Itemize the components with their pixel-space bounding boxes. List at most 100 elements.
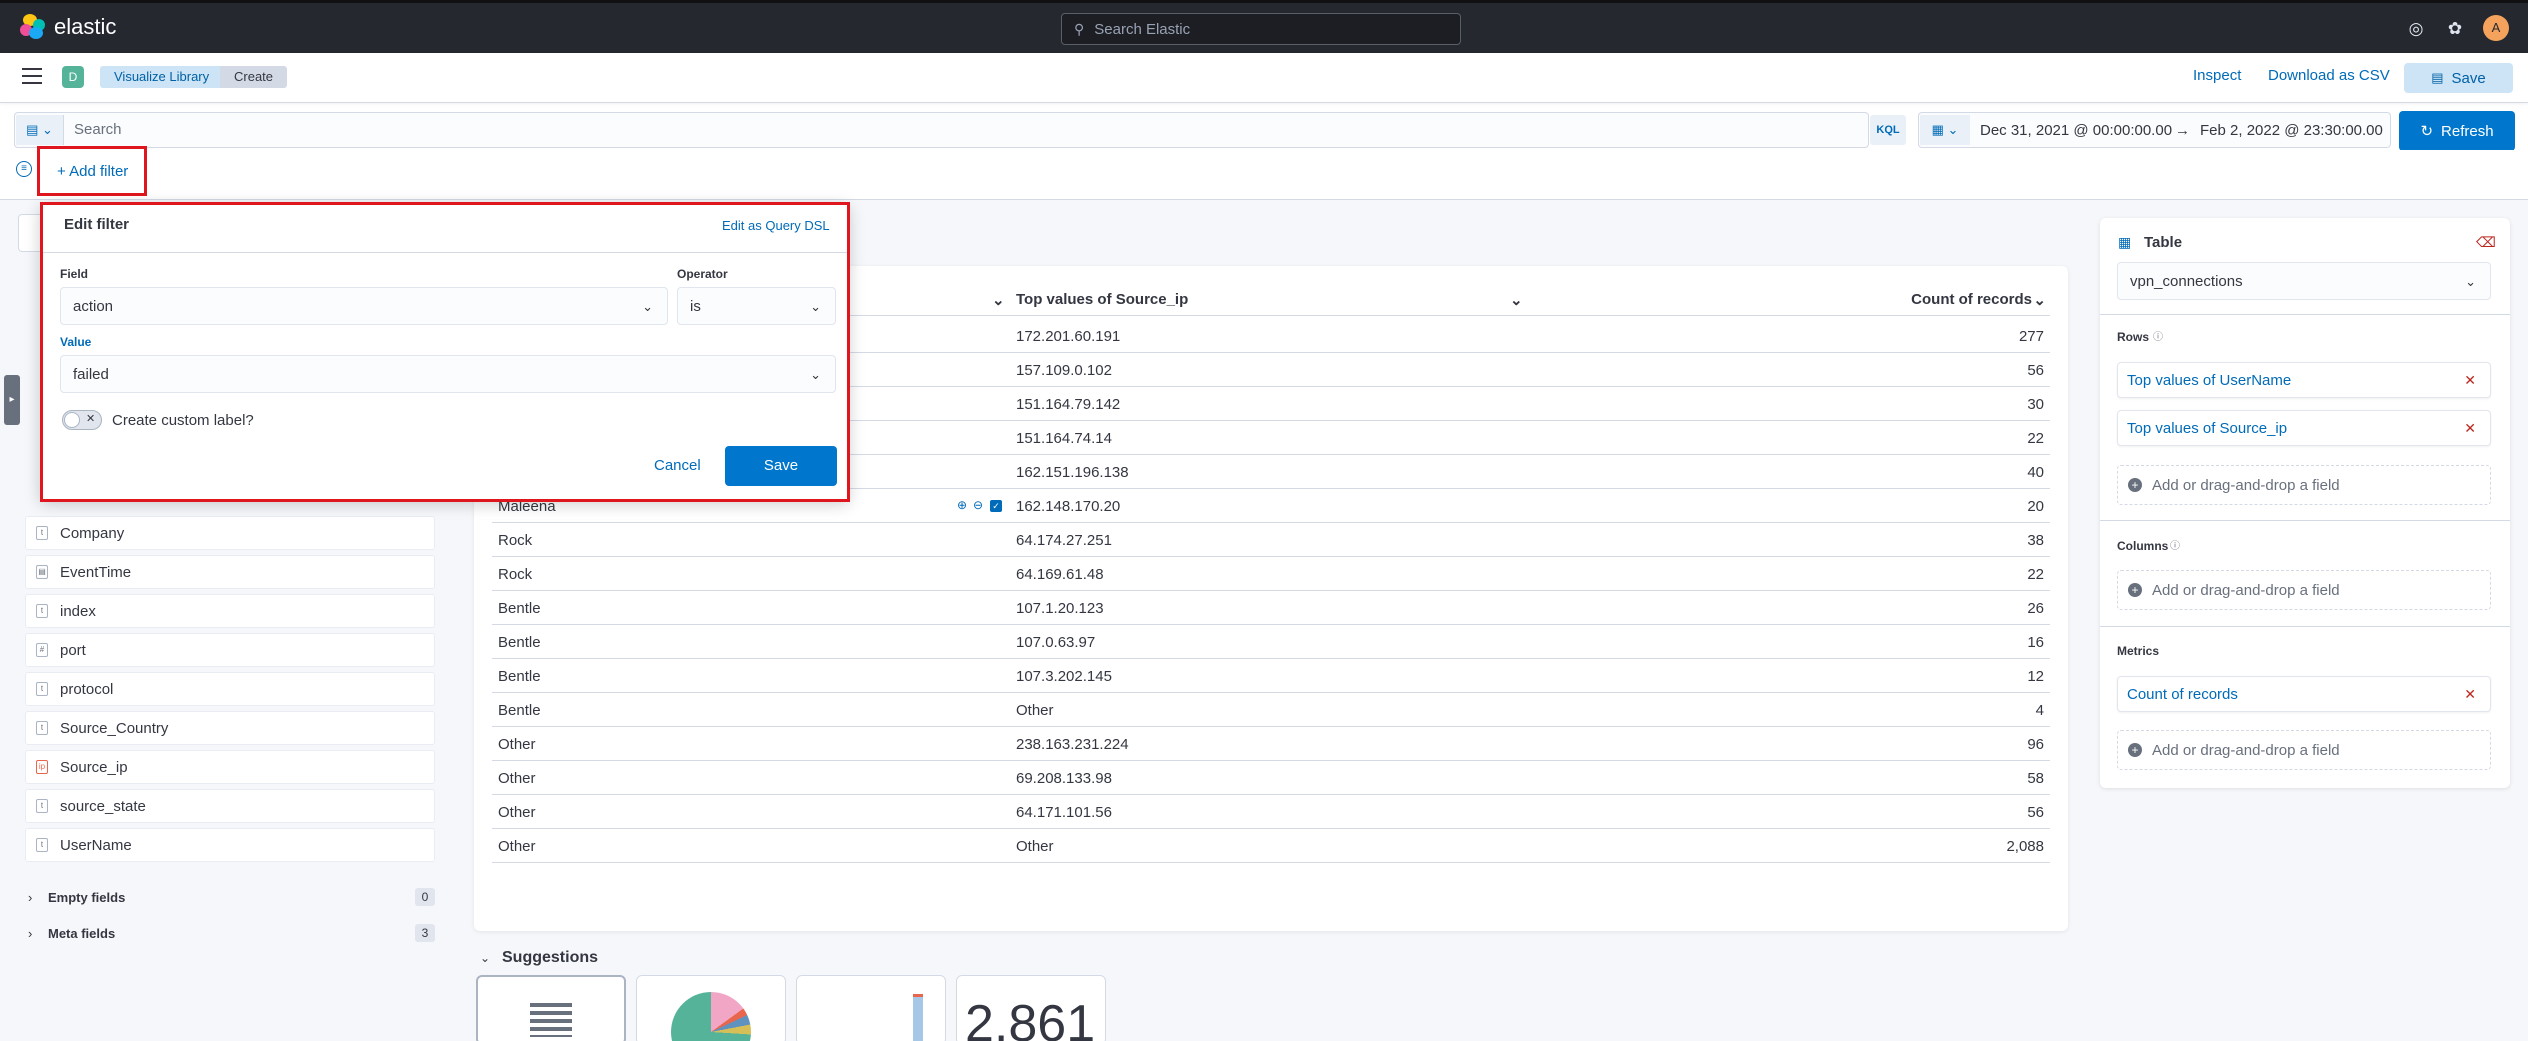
meta-fields-section[interactable]: Meta fields bbox=[48, 926, 115, 941]
edit-as-dsl-link[interactable]: Edit as Query DSL bbox=[722, 218, 830, 233]
filter-out-value-icon[interactable]: ⊖ bbox=[973, 498, 983, 512]
cell: 26 bbox=[2027, 600, 2044, 617]
datasource-select[interactable]: vpn_connections ⌄ bbox=[2117, 262, 2491, 300]
suggestion-bar[interactable] bbox=[796, 975, 946, 1041]
date-end[interactable]: Feb 2, 2022 @ 23:30:00.00 bbox=[2200, 122, 2383, 139]
chevron-down-icon[interactable]: ⌄ bbox=[480, 951, 490, 965]
cell: Rock bbox=[498, 566, 533, 583]
cell: 22 bbox=[2027, 566, 2044, 583]
filter-save-button[interactable]: Save bbox=[725, 446, 837, 486]
chevron-down-icon: ⌄ bbox=[810, 367, 821, 382]
filter-options-icon[interactable]: ≡ bbox=[16, 161, 32, 177]
sidebar-collapse-toggle[interactable]: ▸ bbox=[4, 375, 20, 425]
saved-query-menu-button[interactable]: ▤ ⌄ bbox=[16, 115, 64, 145]
field-item[interactable]: t source_state bbox=[25, 789, 435, 823]
field-item[interactable]: # port bbox=[25, 633, 435, 667]
chevron-down-icon[interactable]: ⌄ bbox=[2033, 291, 2046, 309]
copy-icon[interactable]: ✓ bbox=[990, 500, 1002, 512]
vis-type-title[interactable]: Table bbox=[2144, 234, 2182, 251]
breadcrumb-visualize-library[interactable]: Visualize Library bbox=[100, 66, 224, 88]
number-type-icon: # bbox=[36, 643, 48, 657]
field-item[interactable]: t protocol bbox=[25, 672, 435, 706]
custom-label-switch[interactable]: ✕ bbox=[62, 410, 102, 430]
field-name: source_state bbox=[60, 797, 146, 815]
chevron-down-icon[interactable]: ⌄ bbox=[1510, 291, 1523, 309]
table-row: Other 64.171.101.56 56 bbox=[492, 795, 2050, 829]
empty-fields-count: 0 bbox=[415, 888, 435, 906]
calendar-icon[interactable]: ▦ ⌄ bbox=[1920, 115, 1970, 145]
row-dimension[interactable]: Top values of Source_ip ✕ bbox=[2117, 410, 2491, 446]
empty-fields-section[interactable]: Empty fields bbox=[48, 890, 125, 905]
cell: 40 bbox=[2027, 464, 2044, 481]
rows-label: Rows bbox=[2117, 330, 2150, 344]
cell: Bentle bbox=[498, 668, 541, 685]
user-avatar[interactable]: A bbox=[2483, 15, 2509, 41]
menu-icon[interactable] bbox=[22, 68, 42, 84]
column-header[interactable]: Count of records bbox=[1911, 291, 2032, 308]
query-input[interactable]: Search bbox=[74, 121, 122, 138]
inspect-link[interactable]: Inspect bbox=[2193, 67, 2241, 84]
field-item[interactable]: t Source_Country bbox=[25, 711, 435, 745]
field-item[interactable]: t Company bbox=[25, 516, 435, 550]
cell: 162.148.170.20 bbox=[1016, 498, 1121, 515]
date-arrow-icon: → bbox=[2175, 122, 2190, 139]
value-select[interactable]: failed ⌄ bbox=[60, 355, 836, 393]
divider bbox=[2100, 520, 2510, 521]
columns-drop-zone[interactable]: + Add or drag-and-drop a field bbox=[2117, 570, 2491, 610]
metric-preview: 2,861 bbox=[965, 995, 1096, 1041]
string-type-icon: t bbox=[36, 682, 48, 696]
field-item[interactable]: t index bbox=[25, 594, 435, 628]
value-label: Value bbox=[60, 335, 92, 349]
suggestion-metric[interactable]: 2,861 bbox=[956, 975, 1106, 1041]
help-icon[interactable]: ◎ bbox=[2405, 18, 2427, 40]
field-name: Source_Country bbox=[60, 719, 169, 737]
plus-icon: + bbox=[2128, 743, 2142, 757]
space-avatar[interactable]: D bbox=[62, 66, 84, 88]
suggestion-table[interactable] bbox=[476, 975, 626, 1041]
row-dimension[interactable]: Top values of UserName ✕ bbox=[2117, 362, 2491, 398]
row-dimension-label: Top values of UserName bbox=[2127, 371, 2292, 389]
table-row: Bentle 107.3.202.145 12 bbox=[492, 659, 2050, 693]
date-type-icon: ▤ bbox=[36, 565, 48, 579]
cell: Other bbox=[1016, 702, 1054, 719]
field-label: Field bbox=[60, 267, 89, 281]
refresh-button[interactable]: ↻ Refresh bbox=[2399, 111, 2515, 151]
field-item[interactable]: ▤ EventTime bbox=[25, 555, 435, 589]
elastic-logo[interactable]: elastic bbox=[20, 14, 116, 40]
global-search-input[interactable]: ⚲ Search Elastic bbox=[1061, 13, 1461, 45]
chevron-down-icon[interactable]: ⌄ bbox=[992, 291, 1005, 309]
date-start[interactable]: Dec 31, 2021 @ 00:00:00.00 bbox=[1980, 122, 2172, 139]
field-item[interactable]: t UserName bbox=[25, 828, 435, 862]
rows-drop-zone[interactable]: + Add or drag-and-drop a field bbox=[2117, 465, 2491, 505]
cancel-button[interactable]: Cancel bbox=[654, 457, 701, 474]
save-button[interactable]: ▤ Save bbox=[2404, 63, 2513, 93]
divider bbox=[2100, 626, 2510, 627]
elastic-logo-icon bbox=[20, 14, 46, 40]
suggestion-donut[interactable] bbox=[636, 975, 786, 1041]
remove-icon[interactable]: ✕ bbox=[2464, 686, 2476, 703]
cell: 56 bbox=[2027, 804, 2044, 821]
chevron-right-icon[interactable]: › bbox=[28, 926, 32, 941]
column-header[interactable]: Top values of Source_ip bbox=[1016, 291, 1188, 308]
download-csv-link[interactable]: Download as CSV bbox=[2268, 67, 2390, 84]
clear-layer-icon[interactable]: ⌫ bbox=[2476, 234, 2496, 251]
cell: 16 bbox=[2027, 634, 2044, 651]
operator-select[interactable]: is ⌄ bbox=[677, 287, 836, 325]
query-language-toggle[interactable]: KQL bbox=[1870, 115, 1906, 145]
newsfeed-icon[interactable]: ✿ bbox=[2444, 18, 2466, 40]
cell: 20 bbox=[2027, 498, 2044, 515]
metric-dimension[interactable]: Count of records ✕ bbox=[2117, 676, 2491, 712]
remove-icon[interactable]: ✕ bbox=[2464, 420, 2476, 437]
cell: 172.201.60.191 bbox=[1016, 328, 1121, 345]
add-filter-button[interactable]: + Add filter bbox=[57, 163, 128, 180]
filter-for-value-icon[interactable]: ⊕ bbox=[957, 498, 967, 512]
chevron-right-icon[interactable]: › bbox=[28, 890, 32, 905]
drop-hint: Add or drag-and-drop a field bbox=[2152, 476, 2340, 494]
field-select[interactable]: action ⌄ bbox=[60, 287, 668, 325]
table-row: Bentle Other 4 bbox=[492, 693, 2050, 727]
remove-icon[interactable]: ✕ bbox=[2464, 372, 2476, 389]
save-icon: ▤ bbox=[2431, 70, 2444, 85]
metrics-drop-zone[interactable]: + Add or drag-and-drop a field bbox=[2117, 730, 2491, 770]
field-item[interactable]: ip Source_ip bbox=[25, 750, 435, 784]
cell: 22 bbox=[2027, 430, 2044, 447]
